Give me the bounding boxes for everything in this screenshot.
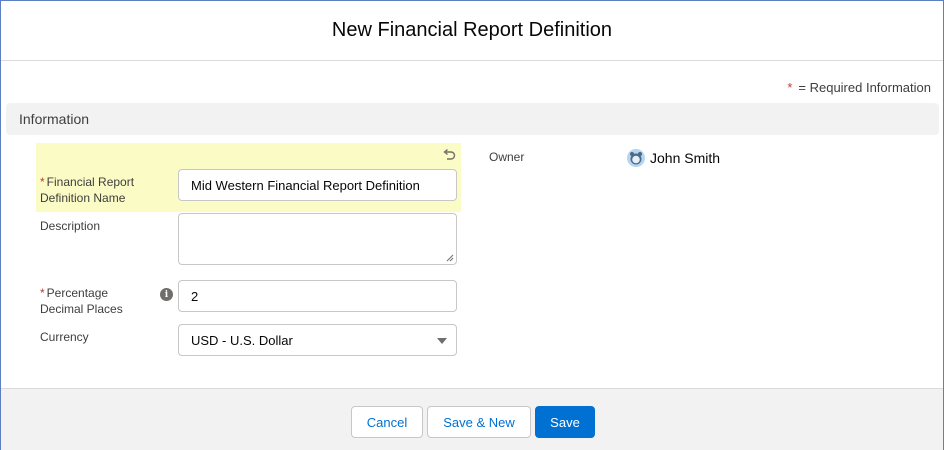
modal-header: New Financial Report Definition	[1, 1, 943, 61]
owner-name-link[interactable]: John Smith	[650, 150, 720, 166]
decimal-places-value: 2	[191, 288, 199, 304]
currency-value: USD - U.S. Dollar	[191, 332, 293, 348]
currency-label: Currency	[40, 330, 89, 344]
decimal-places-input[interactable]: 2	[178, 280, 457, 312]
modal-dialog: New Financial Report Definition * = Requi…	[0, 0, 944, 450]
modal-footer: Cancel Save & New Save	[1, 388, 943, 450]
required-note-text: = Required Information	[798, 80, 931, 95]
description-textarea[interactable]	[178, 213, 457, 265]
avatar	[627, 149, 645, 167]
save-and-new-button[interactable]: Save & New	[427, 406, 531, 438]
section-title: Information	[19, 111, 90, 127]
chevron-down-icon	[437, 338, 447, 344]
info-icon[interactable]: i	[160, 288, 173, 301]
save-button[interactable]: Save	[535, 406, 595, 438]
resize-handle-icon[interactable]	[446, 254, 454, 262]
currency-select[interactable]: USD - U.S. Dollar	[178, 324, 457, 356]
decimal-places-label: * Percentage Decimal Places	[40, 286, 123, 316]
required-star: *	[787, 80, 793, 95]
report-name-value: Mid Western Financial Report Definition	[191, 177, 420, 193]
cancel-button[interactable]: Cancel	[351, 406, 423, 438]
section-header-information[interactable]: Information	[6, 103, 939, 135]
owner-value[interactable]: John Smith	[627, 149, 720, 167]
report-name-label: * Financial Report Definition Name	[40, 175, 135, 205]
required-information-note: * = Required Information	[787, 80, 931, 95]
modal-title: New Financial Report Definition	[331, 19, 613, 41]
required-star: *	[40, 286, 45, 300]
report-name-input[interactable]: Mid Western Financial Report Definition	[178, 169, 457, 201]
undo-icon[interactable]	[442, 148, 456, 162]
description-label: Description	[40, 219, 101, 233]
required-star: *	[40, 175, 45, 189]
owner-label: Owner	[489, 150, 525, 164]
user-avatar-icon	[627, 149, 645, 167]
